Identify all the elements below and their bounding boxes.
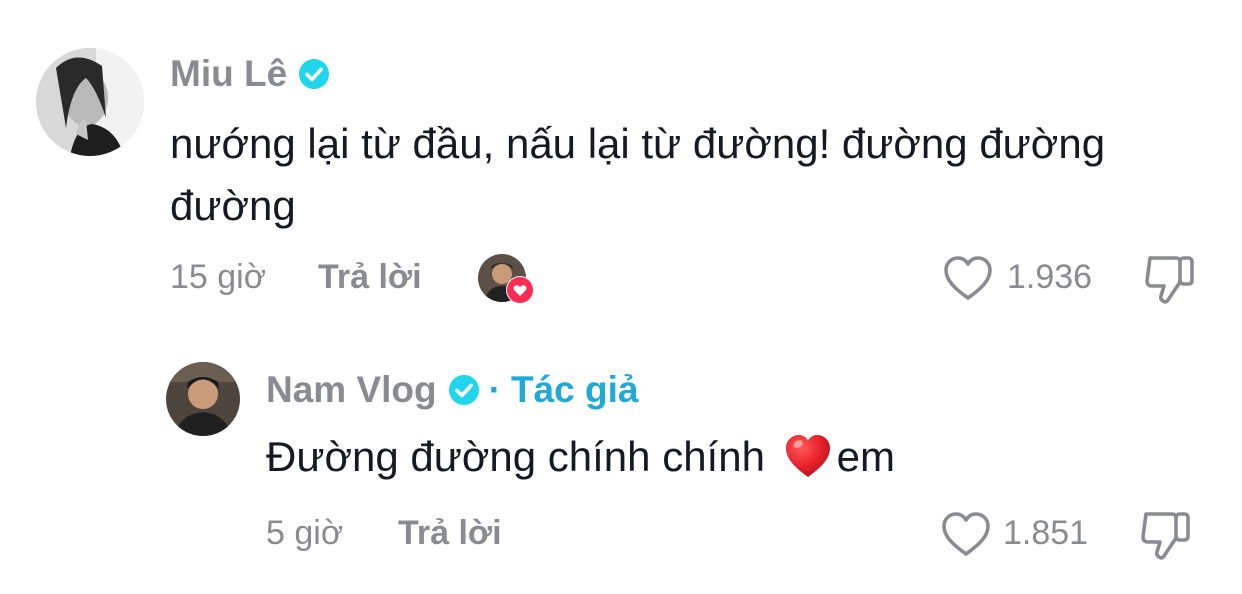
heart-badge-icon xyxy=(506,276,534,304)
comment-username[interactable]: Miu Lê xyxy=(170,52,330,96)
dislike-thumb-icon[interactable] xyxy=(1138,510,1192,562)
reply-avatar-image xyxy=(166,362,240,436)
reply-like-count: 1.851 xyxy=(1003,514,1089,552)
comment-text: nướng lại từ đầu, nấu lại từ đường! đườn… xyxy=(170,120,1106,229)
reply-button[interactable]: Trả lời xyxy=(318,258,422,297)
like-heart-icon[interactable] xyxy=(940,510,992,558)
avatar-image xyxy=(36,48,144,156)
reply-reply-button[interactable]: Trả lời xyxy=(398,514,502,553)
creator-liked-indicator xyxy=(478,254,534,306)
author-tag: Tác giả xyxy=(510,369,639,410)
avatar[interactable] xyxy=(36,48,144,156)
verified-badge-icon xyxy=(448,375,479,405)
separator-dot: · xyxy=(488,369,501,410)
reply-text-before: Đường đường chính chính xyxy=(266,433,765,480)
like-heart-icon[interactable] xyxy=(942,254,994,302)
reply-username-row: Nam Vlog · Tác giả xyxy=(266,368,638,412)
dislike-thumb-icon[interactable] xyxy=(1142,254,1196,306)
reply-text: Đường đường chính chính em xyxy=(266,426,1196,488)
red-heart-emoji-icon xyxy=(783,431,833,481)
comment-timestamp: 15 giờ xyxy=(170,258,267,296)
reply-timestamp: 5 giờ xyxy=(266,514,344,552)
like-count: 1.936 xyxy=(1007,258,1093,296)
reply-username[interactable]: Nam Vlog xyxy=(266,369,437,411)
reply-avatar[interactable] xyxy=(166,362,240,436)
verified-badge-icon xyxy=(299,59,330,89)
username-text: Miu Lê xyxy=(170,53,288,94)
reply-text-after: em xyxy=(836,433,895,480)
